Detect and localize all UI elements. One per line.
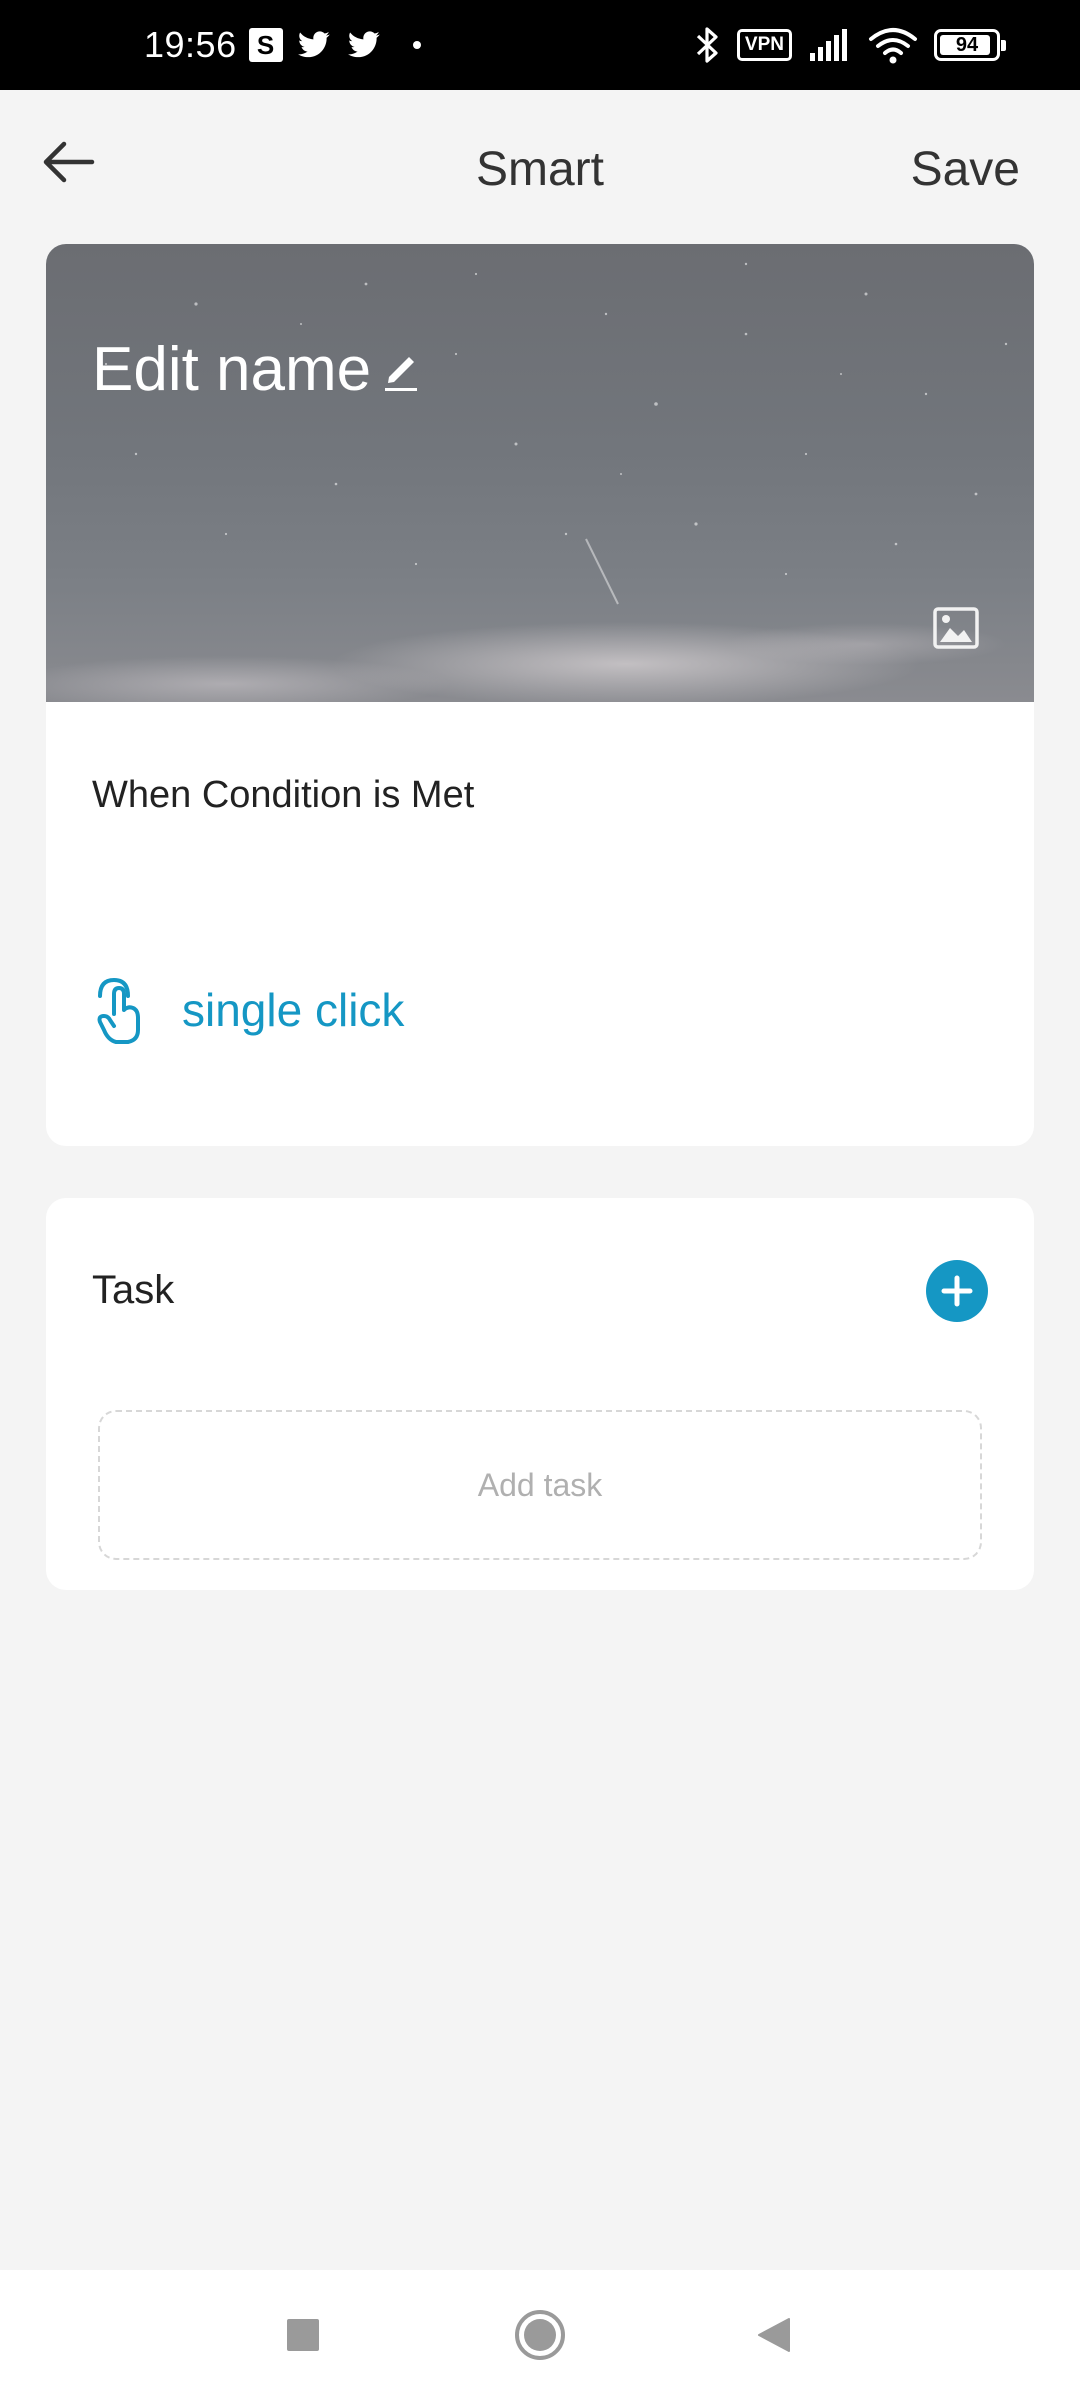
condition-card: Edit name When Condition is Met single c… [46,244,1034,1146]
back-triangle-icon [758,2318,790,2352]
status-right: VPN 94 [695,0,1006,90]
recents-square-icon [287,2319,319,2351]
scene-cover-image[interactable]: Edit name [46,244,1034,702]
notification-dot-icon [412,41,421,49]
system-nav-bar [0,2270,1080,2400]
status-time: 19:56 [144,24,237,65]
add-task-placeholder[interactable]: Add task [98,1410,982,1560]
s-badge-icon: S [248,28,283,62]
add-task-button[interactable] [926,1260,988,1322]
recents-button[interactable] [268,2300,338,2370]
signal-icon [810,29,847,61]
home-circle-icon [515,2310,565,2360]
home-button[interactable] [505,2300,575,2370]
image-icon[interactable] [932,606,980,650]
status-bar: 19:56 S VPN 94 [0,0,1080,90]
condition-label: When Condition is Met [92,774,475,816]
wifi-icon [869,28,917,64]
hand-tap-icon [97,977,140,1044]
twitter-icon [347,31,380,58]
edit-name-button[interactable]: Edit name [92,334,421,405]
battery-icon: 94 [934,29,1006,61]
battery-level: 94 [955,33,979,56]
save-button[interactable]: Save [911,142,1020,197]
vpn-icon: VPN [736,29,792,61]
starry-sky-decoration [104,262,1008,605]
status-left: 19:56 S [144,0,421,90]
pencil-icon [385,356,418,391]
add-task-text: Add task [477,1466,603,1503]
trigger-label: single click [182,984,405,1036]
app-header: Smart Save [0,90,1080,240]
trigger-single-click[interactable]: single click [92,974,404,1046]
twitter-icon [297,31,330,58]
task-card: Task Add task [46,1198,1034,1590]
task-label: Task [92,1268,175,1312]
bluetooth-icon [696,27,718,63]
battery-tip [1001,40,1006,51]
scene-name: Edit name [92,335,372,404]
system-back-button[interactable] [740,2300,810,2370]
plus-circle-icon [941,1275,973,1307]
